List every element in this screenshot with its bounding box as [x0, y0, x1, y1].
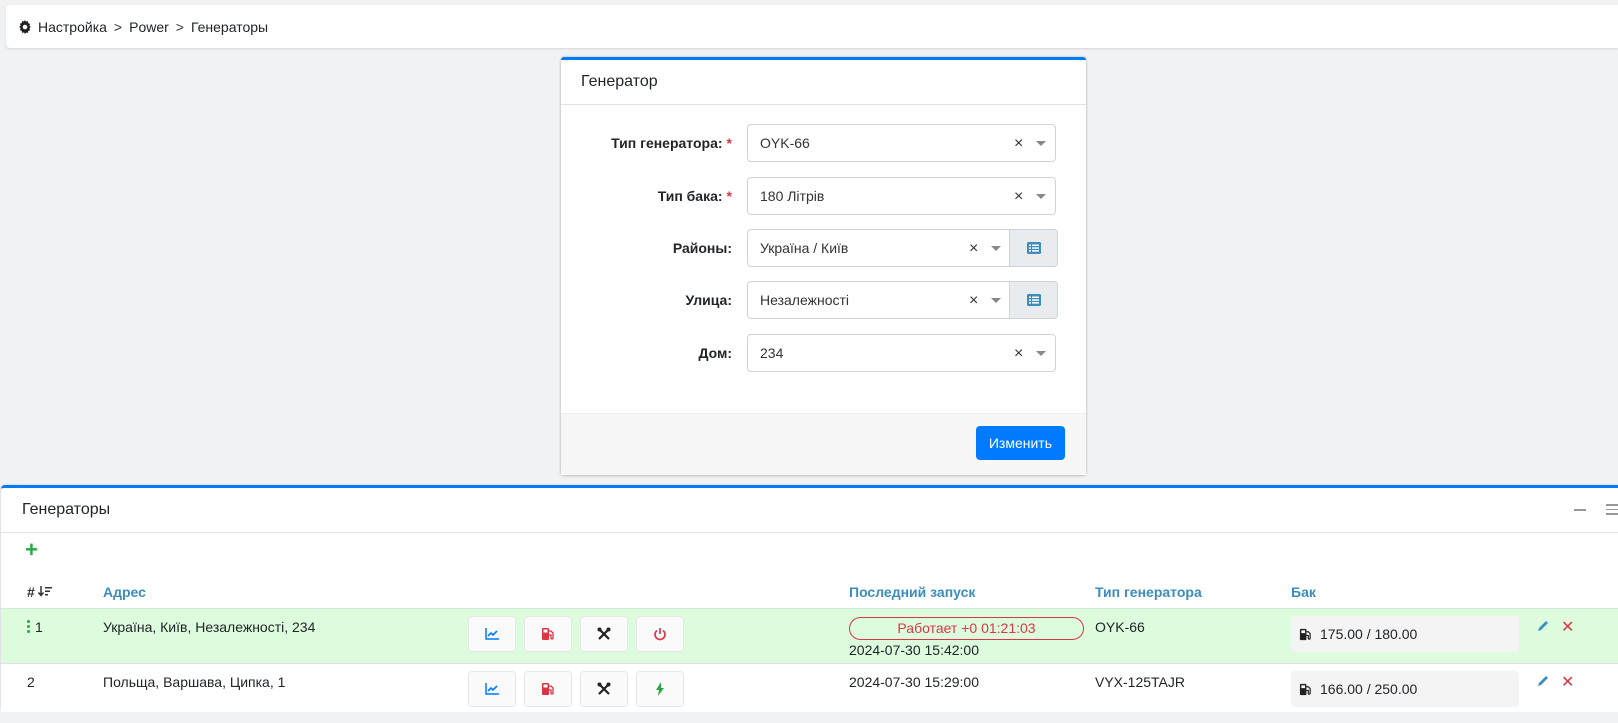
list-icon [1026, 242, 1041, 254]
chart-line-icon [485, 628, 499, 640]
street-select[interactable]: Незалежності × [747, 281, 1010, 319]
form-row-district: Районы: Україна / Київ × [561, 229, 1086, 267]
form-row-street: Улица: Незалежності × [561, 281, 1086, 319]
required-mark: * [726, 188, 732, 204]
table-row: 1 Україна, Київ, Незалежності, 234 Работ… [1, 608, 1618, 664]
breadcrumb-item-settings[interactable]: Настройка [38, 19, 107, 35]
form-row-house: Дом: 234 × [561, 334, 1086, 372]
district-select[interactable]: Україна / Київ × [747, 229, 1010, 267]
tank-type-select[interactable]: 180 Літрів × [747, 177, 1056, 215]
tank-value: 166.00 / 250.00 [1320, 681, 1418, 697]
breadcrumb-separator: > [175, 18, 184, 35]
bolt-icon [656, 682, 664, 696]
column-header-generator-type[interactable]: Тип генератора [1095, 584, 1202, 600]
district-label: Районы: [672, 240, 732, 256]
chevron-down-icon[interactable] [1036, 351, 1046, 356]
tools-icon [597, 627, 611, 640]
house-value: 234 [760, 345, 784, 361]
column-header-address[interactable]: Адрес [103, 584, 146, 600]
table-row: 2 Польща, Варшава, Ципка, 1 2024-07-30 1… [1, 664, 1618, 712]
tank-level: 175.00 / 180.00 [1291, 616, 1519, 652]
clear-icon[interactable]: × [1014, 125, 1023, 163]
maintenance-button[interactable] [580, 616, 628, 652]
row-address: Польща, Варшава, Ципка, 1 [103, 674, 286, 690]
pencil-icon[interactable] [1536, 619, 1550, 633]
column-header-tank[interactable]: Бак [1291, 584, 1316, 600]
column-header-last-start[interactable]: Последний запуск [849, 584, 975, 600]
tank-level: 166.00 / 250.00 [1291, 671, 1519, 707]
house-label: Дом: [698, 345, 732, 361]
row-last-start: 2024-07-30 15:29:00 [849, 674, 979, 690]
power-off-icon [654, 628, 666, 641]
row-last-start: 2024-07-30 15:42:00 [849, 642, 979, 658]
form-footer: Изменить [561, 413, 1086, 475]
drag-handle-icon[interactable] [27, 620, 31, 635]
form-row-generator-type: Тип генератора: * OYK-66 × [561, 124, 1086, 162]
breadcrumb-item-power[interactable]: Power [129, 19, 169, 35]
row-generator-type: OYK-66 [1095, 619, 1145, 635]
chevron-down-icon[interactable] [991, 246, 1001, 251]
power-off-button[interactable] [636, 616, 684, 652]
district-list-button[interactable] [1010, 229, 1058, 267]
row-num: 1 [35, 619, 43, 635]
status-badge: Работает +0 01:21:03 [849, 617, 1084, 640]
pencil-icon[interactable] [1536, 674, 1550, 688]
list-title: Генераторы [22, 501, 111, 518]
menu-icon[interactable] [1606, 504, 1618, 518]
clear-icon[interactable]: × [969, 230, 978, 268]
clear-icon[interactable]: × [1014, 178, 1023, 216]
gas-pump-icon [542, 683, 554, 695]
generator-type-label: Тип генератора: * [611, 135, 732, 151]
breadcrumb-item-generators: Генераторы [190, 18, 269, 35]
save-button[interactable]: Изменить [975, 426, 1065, 460]
refuel-button[interactable] [524, 671, 572, 707]
gas-pump-icon [1299, 683, 1311, 695]
clear-icon[interactable]: × [969, 282, 978, 320]
list-header: Генераторы [1, 488, 1618, 533]
gas-pump-icon [542, 628, 554, 640]
breadcrumb-separator: > [113, 18, 123, 35]
sort-icon[interactable] [37, 586, 52, 598]
tank-type-value: 180 Літрів [760, 188, 825, 204]
tank-type-label: Тип бака: * [657, 188, 732, 204]
column-header-num[interactable]: # [27, 584, 52, 600]
chevron-down-icon[interactable] [1036, 194, 1046, 199]
row-address: Україна, Київ, Незалежності, 234 [103, 619, 316, 635]
chart-line-icon [485, 683, 499, 695]
breadcrumb: Настройка > Power > Генераторы [6, 5, 1618, 48]
collapse-icon[interactable] [1574, 509, 1586, 511]
clear-icon[interactable]: × [1014, 335, 1023, 373]
generators-list-card: Генераторы + # Адрес Последний запуск Ти… [1, 485, 1618, 712]
street-label: Улица: [685, 292, 732, 308]
chart-button[interactable] [468, 616, 516, 652]
chart-button[interactable] [468, 671, 516, 707]
tank-value: 175.00 / 180.00 [1320, 626, 1418, 642]
tools-icon [597, 682, 611, 695]
generator-form-card: Генератор Тип генератора: * OYK-66 × Тип … [561, 57, 1086, 475]
list-icon [1026, 294, 1041, 306]
delete-icon[interactable]: ✕ [1561, 672, 1574, 692]
generator-type-select[interactable]: OYK-66 × [747, 124, 1056, 162]
street-value: Незалежності [760, 292, 849, 308]
add-generator-button[interactable]: + [25, 539, 38, 561]
delete-icon[interactable]: ✕ [1561, 617, 1574, 637]
house-select[interactable]: 234 × [747, 334, 1056, 372]
refuel-button[interactable] [524, 616, 572, 652]
gas-pump-icon [1299, 628, 1311, 640]
power-on-button[interactable] [636, 671, 684, 707]
required-mark: * [726, 135, 732, 151]
maintenance-button[interactable] [580, 671, 628, 707]
gear-icon [19, 19, 31, 34]
chevron-down-icon[interactable] [991, 298, 1001, 303]
street-list-button[interactable] [1010, 281, 1058, 319]
form-title: Генератор [561, 60, 1086, 105]
generator-type-value: OYK-66 [760, 135, 810, 151]
row-num: 2 [27, 674, 35, 690]
chevron-down-icon[interactable] [1036, 141, 1046, 146]
row-generator-type: VYX-125TAJR [1095, 674, 1185, 690]
form-row-tank-type: Тип бака: * 180 Літрів × [561, 177, 1086, 215]
district-value: Україна / Київ [760, 240, 849, 256]
